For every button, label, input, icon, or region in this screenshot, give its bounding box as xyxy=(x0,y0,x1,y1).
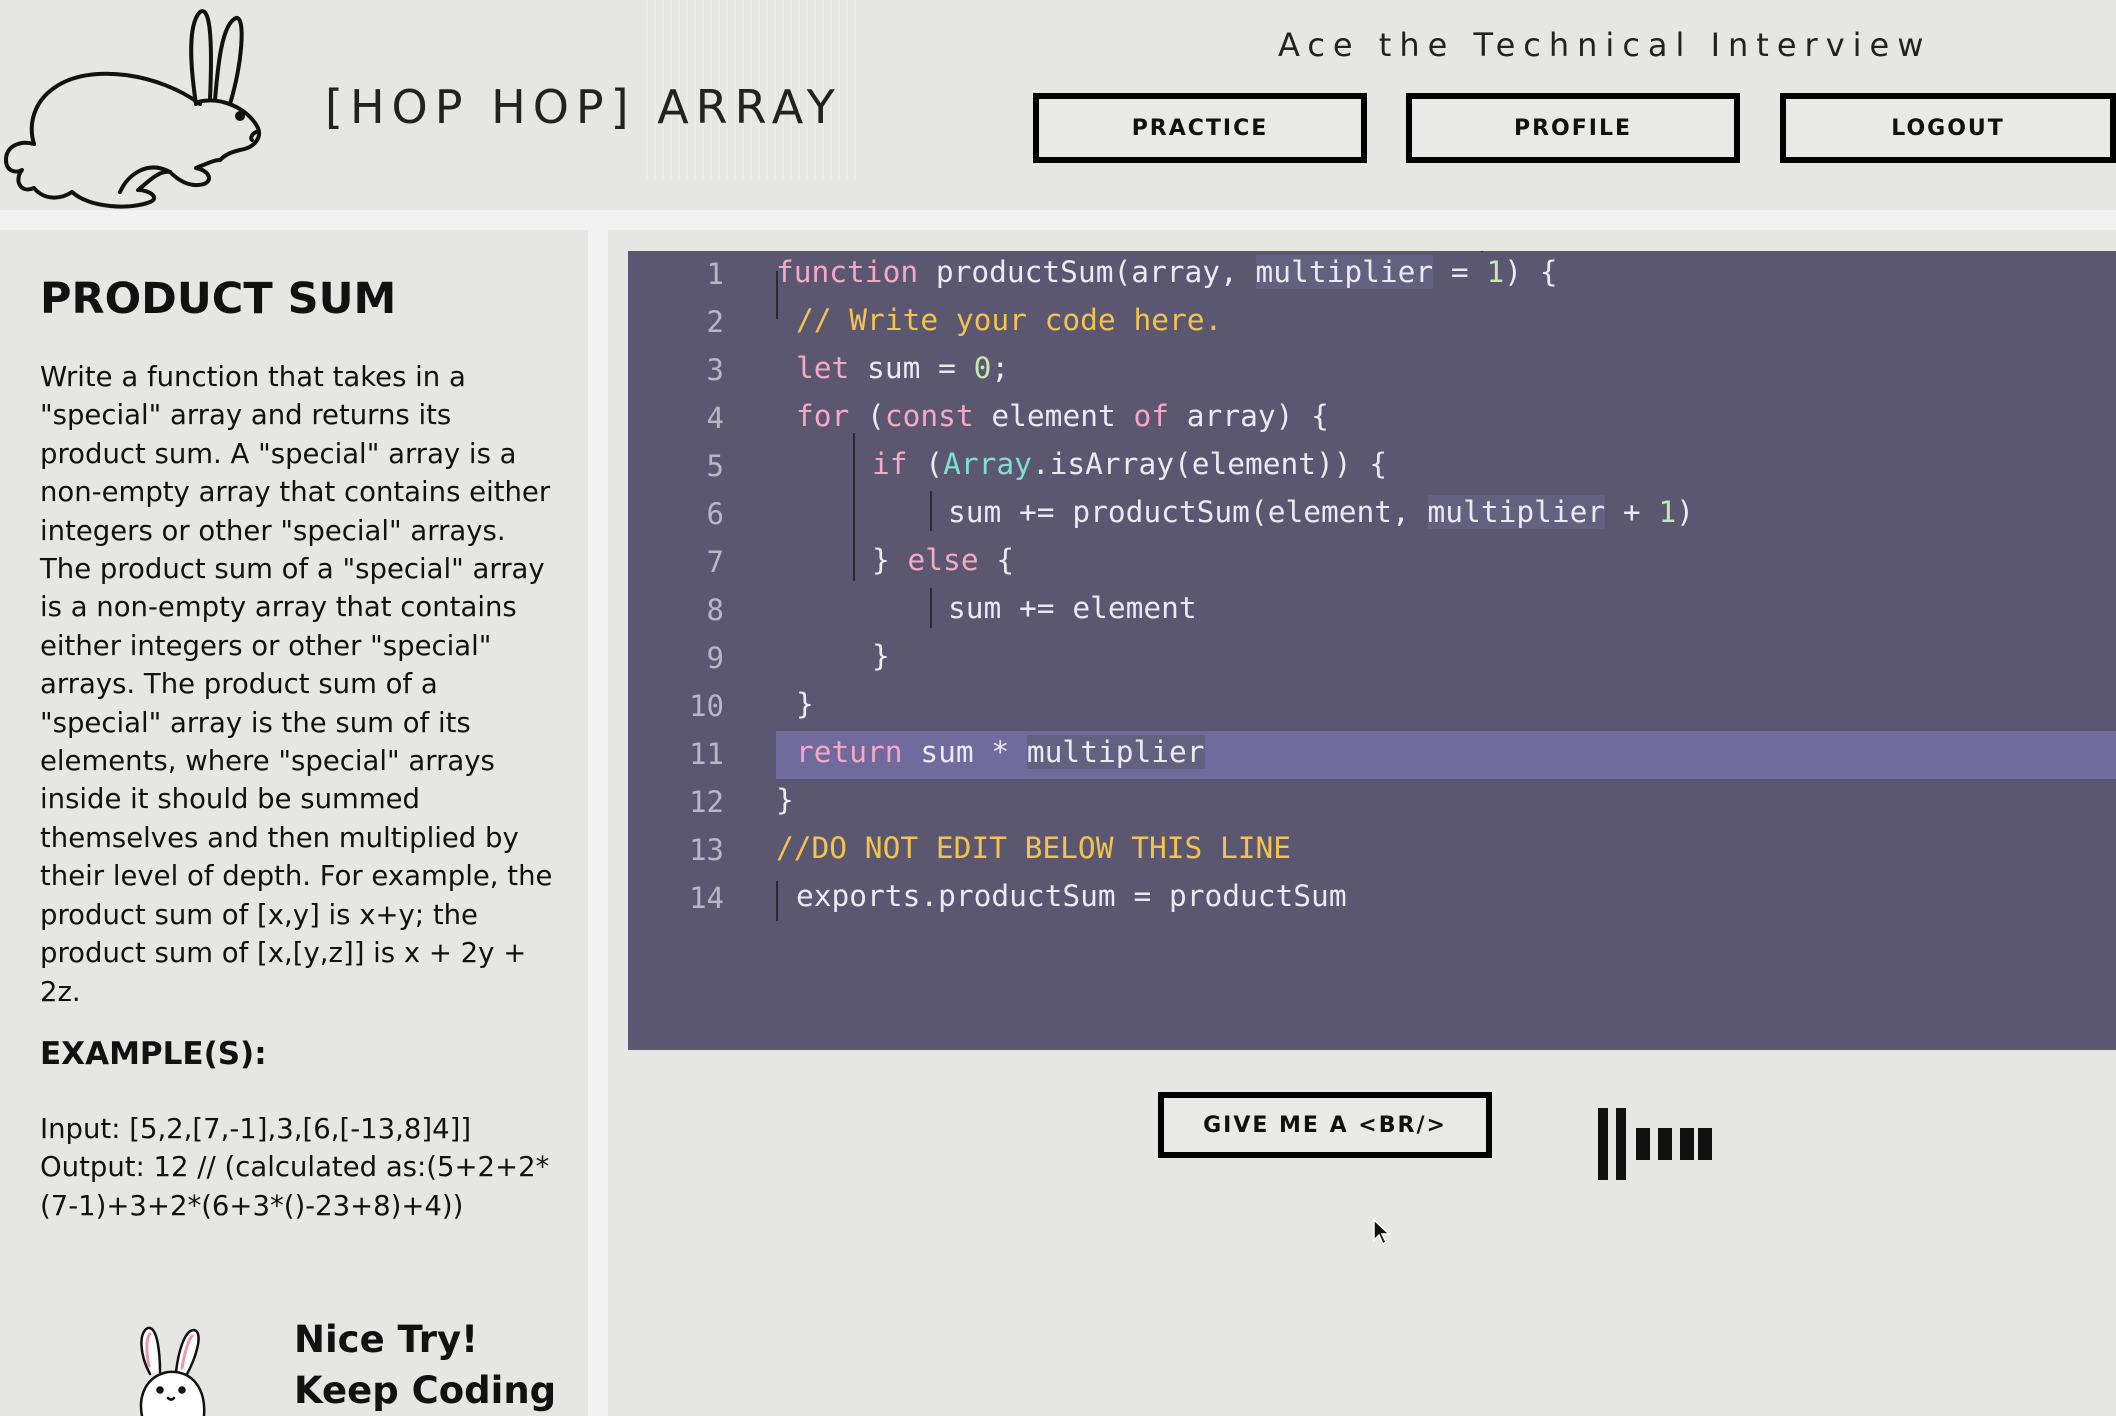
feedback-line-1: Nice Try! xyxy=(294,1318,478,1361)
line-number: 10 xyxy=(689,689,724,723)
indent-guide xyxy=(1481,251,1483,252)
code-line-14[interactable]: exports.productSum = productSum xyxy=(796,879,1347,913)
code-line-5[interactable]: if (Array.isArray(element)) { xyxy=(872,447,1387,481)
panel-divider xyxy=(588,230,608,1416)
indent-guide xyxy=(853,433,855,581)
give-me-a-break-button[interactable]: GIVE ME A <BR/> xyxy=(1158,1092,1492,1158)
line-number: 1 xyxy=(706,257,724,291)
line-number: 14 xyxy=(689,881,724,915)
line-number: 5 xyxy=(706,449,724,483)
line-number: 3 xyxy=(706,353,724,387)
indent-guide xyxy=(930,491,932,531)
audio-bars-loader-icon xyxy=(1598,1108,1712,1180)
practice-button[interactable]: PRACTICE xyxy=(1033,93,1367,163)
mouse-pointer-icon xyxy=(1373,1218,1391,1246)
code-line-3[interactable]: let sum = 0; xyxy=(796,351,1009,385)
logout-button[interactable]: LOGOUT xyxy=(1780,93,2116,163)
profile-button[interactable]: PROFILE xyxy=(1406,93,1740,163)
header-divider xyxy=(0,210,2116,230)
code-editor[interactable]: 1 2 3 4 5 6 7 8 9 10 11 12 13 14 functio… xyxy=(628,251,2116,1050)
code-line-11[interactable]: return sum * multiplier xyxy=(796,735,1205,769)
line-number: 8 xyxy=(706,593,724,627)
problem-description: Write a function that takes in a "specia… xyxy=(40,361,553,1008)
site-header: [HOP HOP] ARRAY Ace the Technical Interv… xyxy=(0,0,2116,210)
line-number: 11 xyxy=(689,737,724,771)
feedback-line-2: Keep Coding xyxy=(294,1369,557,1412)
code-line-6[interactable]: sum += productSum(element, multiplier + … xyxy=(948,495,1694,529)
code-line-1[interactable]: function productSum(array, multiplier = … xyxy=(776,255,1558,289)
indent-guide xyxy=(776,881,778,921)
line-number: 6 xyxy=(706,497,724,531)
code-line-8[interactable]: sum += element xyxy=(948,591,1197,625)
bunny-mascot-icon xyxy=(139,1326,206,1416)
brand-title[interactable]: [HOP HOP] ARRAY xyxy=(325,80,842,134)
line-number: 12 xyxy=(689,785,724,819)
example-output: Output: 12 // (calculated as:(5+2+2*(7-1… xyxy=(40,1151,550,1222)
line-number: 7 xyxy=(706,545,724,579)
code-line-13[interactable]: //DO NOT EDIT BELOW THIS LINE xyxy=(776,831,1291,865)
code-line-4[interactable]: for (const element of array) { xyxy=(796,399,1329,433)
code-line-9[interactable]: } xyxy=(872,639,890,673)
code-line-2[interactable]: // Write your code here. xyxy=(796,303,1222,337)
line-number: 2 xyxy=(706,305,724,339)
examples-heading: EXAMPLE(S): xyxy=(40,1036,267,1072)
code-line-12[interactable]: } xyxy=(776,783,794,817)
line-number: 13 xyxy=(689,833,724,867)
code-line-10[interactable]: } xyxy=(796,687,814,721)
line-number: 9 xyxy=(706,641,724,675)
indent-guide xyxy=(930,588,932,628)
problem-title: PRODUCT SUM xyxy=(40,274,397,324)
code-line-7[interactable]: } else { xyxy=(872,543,1014,577)
rabbit-logo-icon[interactable] xyxy=(0,4,272,210)
tagline: Ace the Technical Interview xyxy=(1278,26,1932,64)
example-block: Input: [5,2,[7,-1],3,[6,[-13,8]4]] Outpu… xyxy=(40,1110,560,1225)
example-input: Input: [5,2,[7,-1],3,[6,[-13,8]4]] xyxy=(40,1113,472,1145)
line-number: 4 xyxy=(706,401,724,435)
feedback-message: Nice Try! Keep Coding xyxy=(294,1314,556,1416)
